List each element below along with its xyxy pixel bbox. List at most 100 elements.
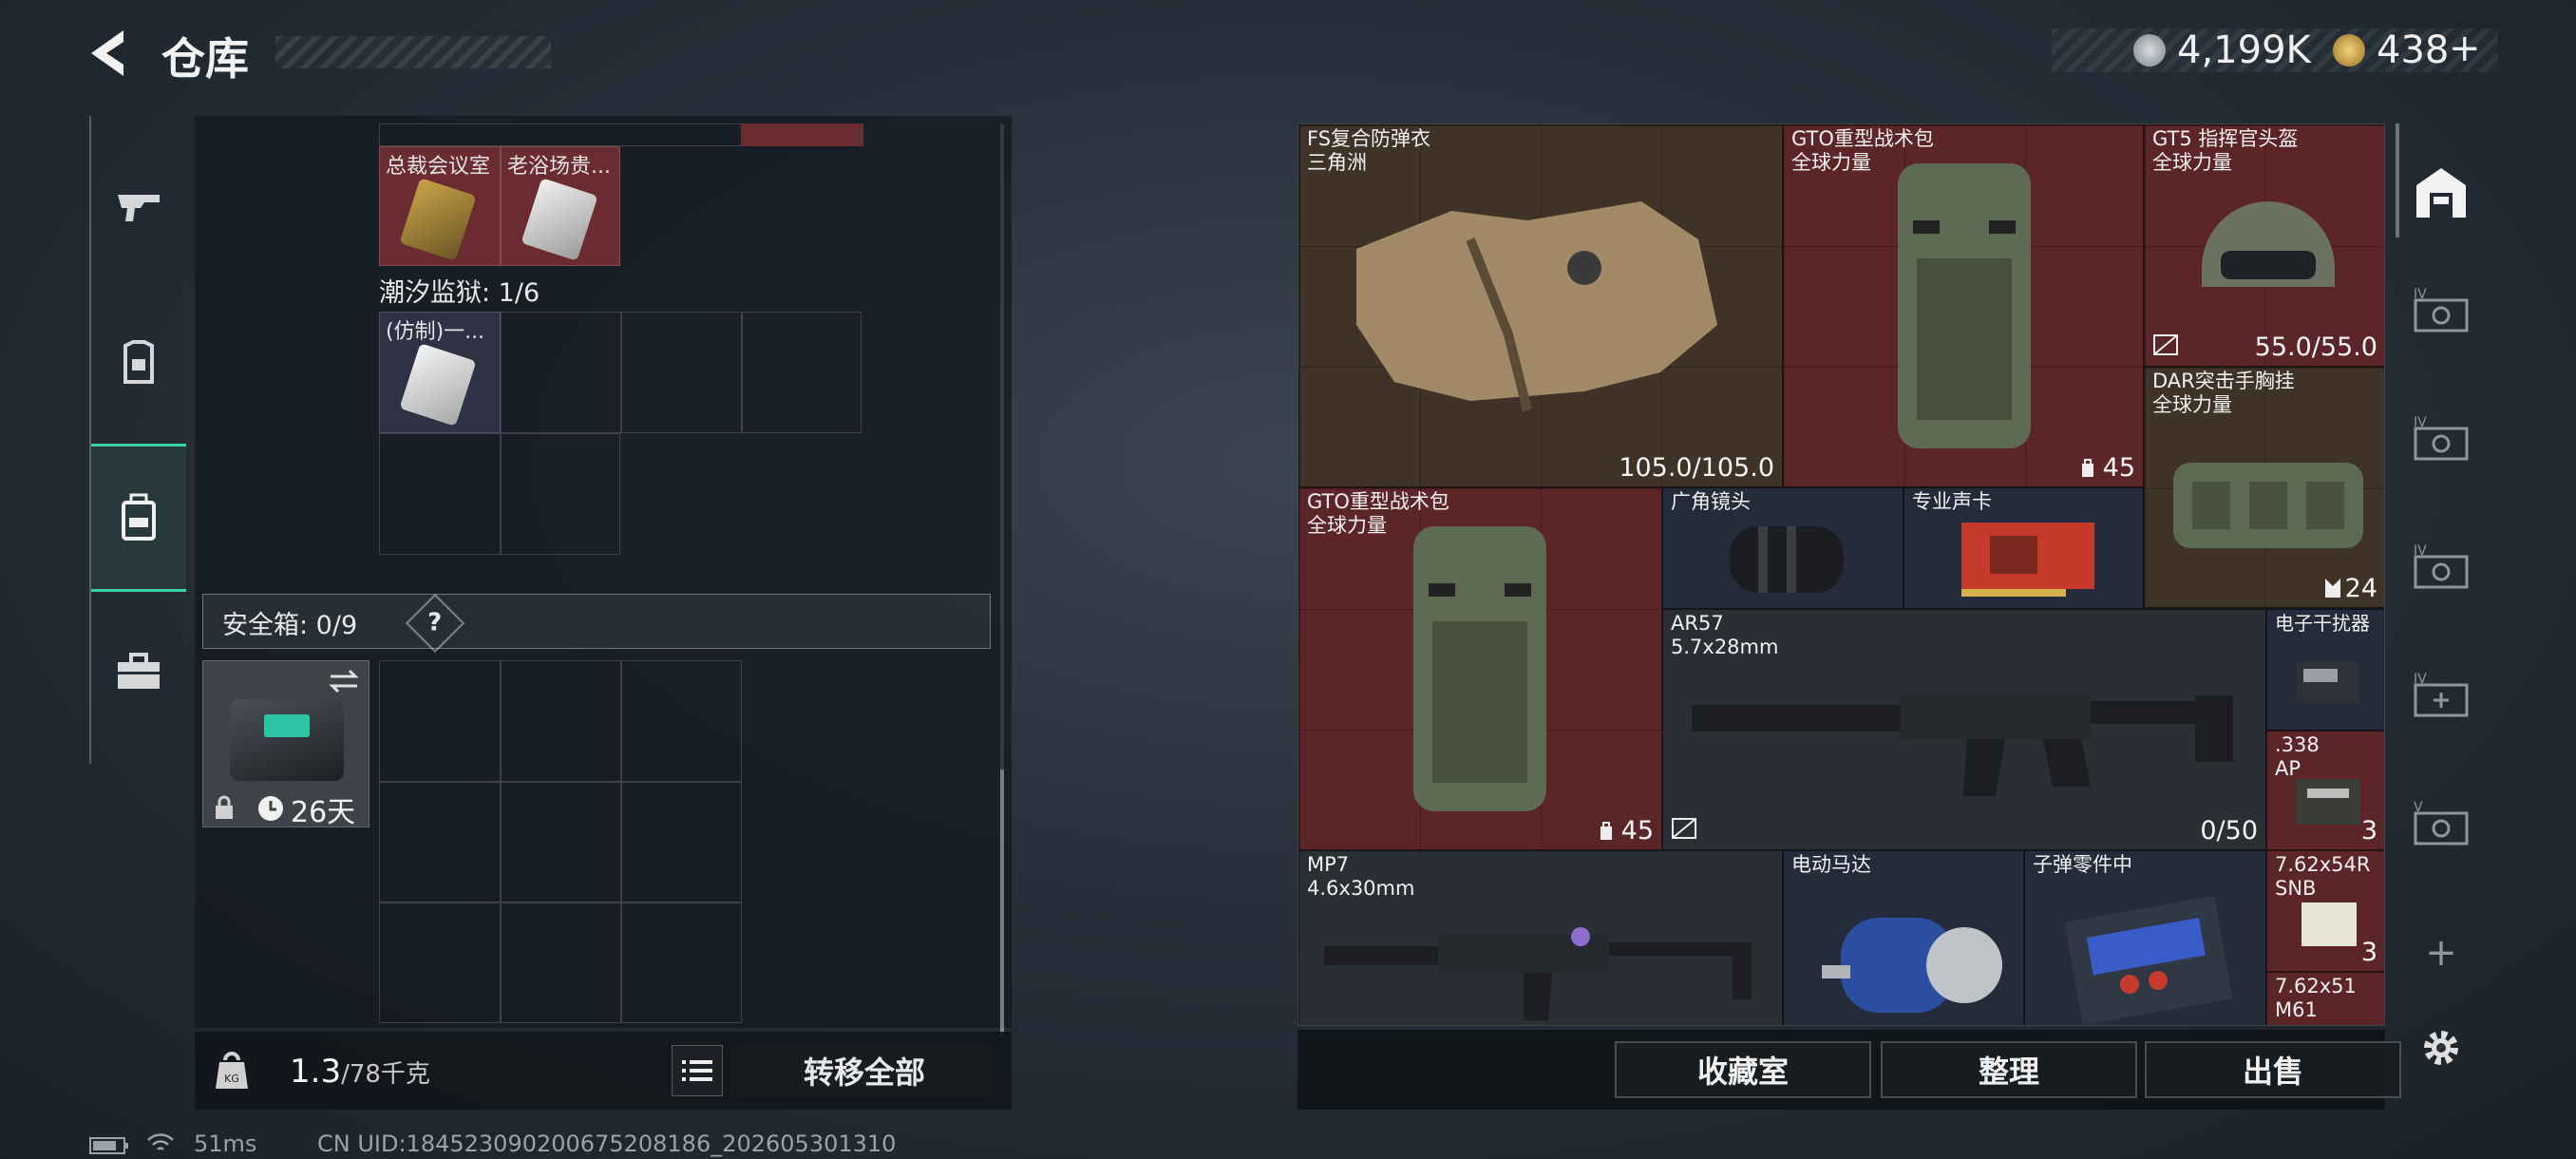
item-name: 专业声卡 xyxy=(1912,490,1992,513)
container-expand-icon: V xyxy=(2414,800,2469,846)
expand-tab-3[interactable]: IV xyxy=(2410,537,2472,599)
empty-slot[interactable] xyxy=(379,433,501,555)
transfer-all-button[interactable]: 转移全部 xyxy=(736,1045,993,1096)
wide-lens-item[interactable]: 广角镜头 xyxy=(1662,487,1904,609)
empty-slot[interactable] xyxy=(379,902,501,1023)
durability: 55.0/55.0 xyxy=(2254,332,2377,362)
empty-slot[interactable] xyxy=(501,312,621,433)
organize-button[interactable]: 整理 xyxy=(1881,1041,2137,1098)
bullet-parts-item[interactable]: 子弹零件中 xyxy=(2024,850,2266,1025)
empty-slot[interactable] xyxy=(621,312,742,433)
item-sub: 5.7x28mm xyxy=(1671,636,1779,658)
motor-item[interactable]: 电动马达 xyxy=(1783,850,2024,1025)
capacity: 45 xyxy=(2102,453,2135,483)
empty-slot[interactable] xyxy=(379,782,501,902)
item-label: 老浴场贵... xyxy=(507,155,611,179)
ammo-item[interactable]: .338 AP 3 xyxy=(2266,731,2384,850)
body-armor-item[interactable]: FS复合防弹衣 三角洲 105.0/105.0 xyxy=(1298,124,1783,487)
rifle-item[interactable]: AR57 5.7x28mm 0/50 xyxy=(1662,609,2266,850)
tab-armor[interactable] xyxy=(91,292,186,434)
safe-box-item[interactable]: 26天 xyxy=(202,660,369,829)
expand-tab-1[interactable]: IV xyxy=(2410,280,2472,343)
weight-icon: KG xyxy=(216,1052,248,1089)
ammo-item[interactable]: 7.62x54R SNB 3 xyxy=(2266,850,2384,972)
sound-card-item[interactable]: 专业声卡 xyxy=(1904,487,2144,609)
tidal-prison-grid-row2 xyxy=(379,433,620,555)
item-sub: M61 xyxy=(2275,998,2318,1021)
back-button[interactable] xyxy=(85,27,131,80)
empty-slot[interactable] xyxy=(621,902,742,1023)
stack-count: 3 xyxy=(2360,816,2377,846)
backpack-item[interactable]: GTO重型战术包 全球力量 45 xyxy=(1298,487,1662,850)
storage-scroll-thumb[interactable] xyxy=(1000,770,1004,1036)
ammo-item[interactable]: 7.62x51 M61 xyxy=(2266,972,2384,1025)
keycard-item[interactable]: (仿制)一... xyxy=(379,312,501,433)
empty-slot[interactable] xyxy=(501,782,621,902)
safe-box-icon xyxy=(230,699,344,781)
item-name: 电动马达 xyxy=(1791,853,1871,876)
upper-grid-red-slot xyxy=(741,124,862,146)
battery-icon xyxy=(89,1137,128,1154)
gun-icon xyxy=(118,195,160,221)
empty-slot[interactable] xyxy=(501,660,621,782)
weight-max: /78千克 xyxy=(341,1060,430,1089)
settings-button[interactable] xyxy=(2410,1016,2472,1079)
no-insure-icon xyxy=(1672,818,1696,839)
empty-slot[interactable] xyxy=(501,433,620,555)
expand-tab-2[interactable]: IV xyxy=(2410,408,2472,471)
item-name: 7.62x51 xyxy=(2275,975,2357,998)
warehouse-tab[interactable] xyxy=(2410,162,2472,224)
item-name: GT5 指挥官头盔 xyxy=(2152,127,2299,150)
clock-icon xyxy=(258,796,283,821)
keycard-icon xyxy=(399,343,477,427)
backpack-icon xyxy=(1898,163,2031,448)
uid-readout: CN UID:184523090200675208186_20260530131… xyxy=(317,1130,897,1157)
empty-slot[interactable] xyxy=(379,660,501,782)
backpack-icon xyxy=(1413,526,1546,811)
keycard-icon xyxy=(521,178,598,261)
ammo-count: 0/50 xyxy=(2200,816,2258,846)
durability: 105.0/105.0 xyxy=(1619,453,1774,483)
gold-coin-icon xyxy=(2333,34,2365,66)
expand-tab-4[interactable]: IV xyxy=(2410,665,2472,728)
tidal-prison-label: 潮汐监狱: 1/6 xyxy=(379,278,540,308)
capacity-icon xyxy=(2325,579,2340,598)
list-view-button[interactable] xyxy=(672,1045,723,1096)
help-icon[interactable]: ? xyxy=(405,593,465,654)
add-gold-button[interactable]: + xyxy=(2449,27,2481,70)
add-container-button[interactable]: + xyxy=(2410,922,2472,984)
svg-text:IV: IV xyxy=(2414,672,2427,687)
item-name: MP7 xyxy=(1307,853,1350,876)
item-name: 广角镜头 xyxy=(1671,490,1751,513)
item-sub: 三角洲 xyxy=(1307,151,1367,174)
helmet-icon xyxy=(2202,201,2335,287)
empty-slot[interactable] xyxy=(621,782,742,902)
backpack-item[interactable]: GTO重型战术包 全球力量 45 xyxy=(1783,124,2144,487)
toolbox-icon xyxy=(118,653,160,689)
empty-slot[interactable] xyxy=(742,312,862,433)
tab-tools[interactable] xyxy=(91,600,186,743)
item-label: 总裁会议室 xyxy=(386,155,491,179)
tab-weapons[interactable] xyxy=(91,135,186,277)
chest-rig-item[interactable]: DAR突击手胸挂 全球力量 24 xyxy=(2144,367,2384,608)
item-name: 7.62x54R xyxy=(2275,853,2371,876)
smg-item[interactable]: MP7 4.6x30mm xyxy=(1298,850,1783,1025)
parts-box-icon xyxy=(2064,895,2233,1025)
collection-button[interactable]: 收藏室 xyxy=(1615,1041,1871,1098)
keycard-item[interactable]: 总裁会议室 xyxy=(379,146,501,266)
category-tabs xyxy=(89,116,186,764)
keycard-item[interactable]: 老浴场贵... xyxy=(501,146,620,266)
sell-button[interactable]: 出售 xyxy=(2145,1041,2401,1098)
helmet-item[interactable]: GT5 指挥官头盔 全球力量 55.0/55.0 xyxy=(2144,124,2384,367)
container-expand-icon: IV xyxy=(2414,543,2469,589)
empty-slot[interactable] xyxy=(621,660,742,782)
list-icon xyxy=(682,1060,712,1081)
empty-slot[interactable] xyxy=(501,902,621,1023)
svg-text:IV: IV xyxy=(2414,543,2427,559)
sound-card-icon xyxy=(1961,522,2094,597)
capacity: 45 xyxy=(1620,816,1654,846)
jammer-item[interactable]: 电子干扰器 xyxy=(2266,609,2384,731)
tab-storage[interactable] xyxy=(91,444,186,592)
expand-tab-5[interactable]: V xyxy=(2410,793,2472,856)
silver-coin-icon xyxy=(2133,34,2166,66)
